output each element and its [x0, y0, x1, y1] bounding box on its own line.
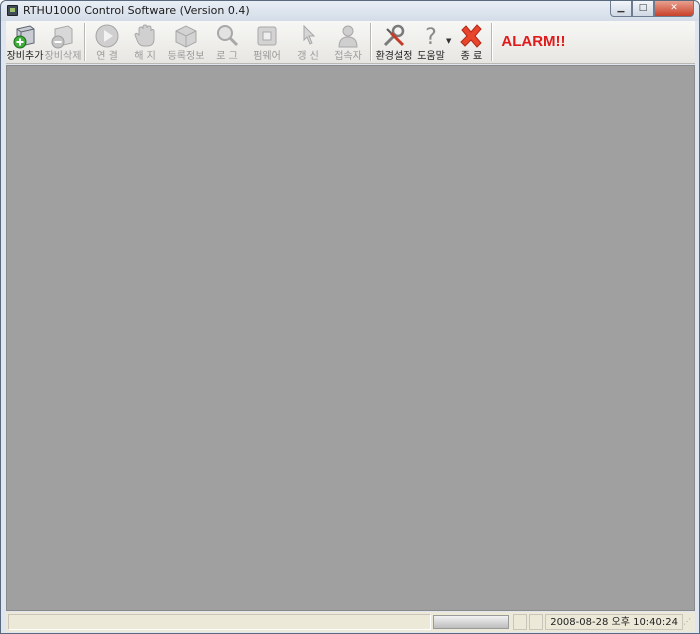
settings-label: 환경설정 — [375, 51, 413, 62]
disconnect-label: 해 지 — [134, 51, 156, 62]
connect-label: 연 결 — [96, 51, 118, 62]
exit-button[interactable]: 종 료 — [453, 21, 489, 64]
maximize-button[interactable]: □ — [632, 1, 654, 17]
registration-info-button[interactable]: 등록정보 — [164, 21, 208, 64]
log-magnifier-icon — [214, 23, 240, 49]
firmware-chip-icon — [254, 23, 280, 49]
delete-device-button[interactable]: 장비삭제 — [44, 21, 82, 64]
refresh-label: 갱 신 — [297, 51, 319, 62]
status-pane — [513, 614, 528, 630]
user-icon — [335, 23, 361, 49]
firmware-button[interactable]: 펌웨어 — [246, 21, 288, 64]
connected-users-button[interactable]: 접속자 — [328, 21, 368, 64]
toolbar-separator — [370, 23, 372, 61]
help-label: 도움말 — [417, 51, 445, 62]
refresh-button[interactable]: 갱 신 — [288, 21, 328, 64]
alarm-indicator[interactable]: ALARM!! — [501, 33, 565, 50]
client-area[interactable] — [6, 65, 695, 611]
help-button[interactable]: ? 도움말 — [414, 21, 448, 64]
registration-info-label: 등록정보 — [167, 51, 205, 62]
help-question-icon: ? — [418, 23, 444, 50]
settings-tools-icon — [381, 23, 407, 49]
add-device-label: 장비추가 — [6, 51, 44, 62]
registration-box-icon — [173, 23, 199, 49]
exit-x-icon — [458, 23, 484, 49]
exit-label: 종 료 — [460, 51, 483, 62]
app-icon[interactable] — [7, 5, 18, 16]
connect-button[interactable]: 연 결 — [88, 21, 126, 64]
status-progress-bar — [433, 615, 510, 629]
disconnect-hand-icon — [132, 23, 158, 49]
toolbar-separator — [84, 23, 86, 61]
settings-button[interactable]: 환경설정 — [374, 21, 414, 64]
add-device-icon — [12, 23, 38, 49]
refresh-pointer-icon — [295, 23, 321, 49]
add-device-button[interactable]: 장비추가 — [6, 21, 44, 64]
delete-device-label: 장비삭제 — [44, 51, 82, 62]
status-pane — [529, 614, 544, 630]
help-dropdown-arrow-icon[interactable]: ▼ — [446, 37, 451, 45]
delete-device-icon — [50, 23, 76, 49]
toolbar-separator — [491, 23, 494, 61]
status-datetime: 2008-08-28 오후 10:40:24 — [545, 614, 683, 630]
window-title: RTHU1000 Control Software (Version 0.4) — [23, 4, 250, 17]
log-label: 로 그 — [216, 51, 238, 62]
title-bar[interactable]: RTHU1000 Control Software (Version 0.4) … — [1, 1, 699, 21]
connected-users-label: 접속자 — [334, 51, 362, 62]
connect-play-icon — [94, 23, 120, 49]
status-message-pane — [8, 614, 432, 630]
firmware-label: 펌웨어 — [253, 51, 281, 62]
log-button[interactable]: 로 그 — [208, 21, 246, 64]
status-bar: 2008-08-28 오후 10:40:24 ⋰ — [6, 612, 695, 632]
resize-grip-icon[interactable]: ⋰ — [683, 614, 695, 630]
close-button[interactable]: ✕ — [654, 1, 694, 17]
app-window: RTHU1000 Control Software (Version 0.4) … — [0, 0, 700, 634]
disconnect-button[interactable]: 해 지 — [126, 21, 164, 64]
caption-buttons: ▁ □ ✕ — [610, 1, 694, 17]
minimize-button[interactable]: ▁ — [610, 1, 632, 17]
main-toolbar: 장비추가 장비삭제 연 결 해 지 등록정보 로 그 펌웨어 갱 신 접속자 환… — [6, 21, 695, 64]
svg-text:?: ? — [425, 25, 437, 49]
